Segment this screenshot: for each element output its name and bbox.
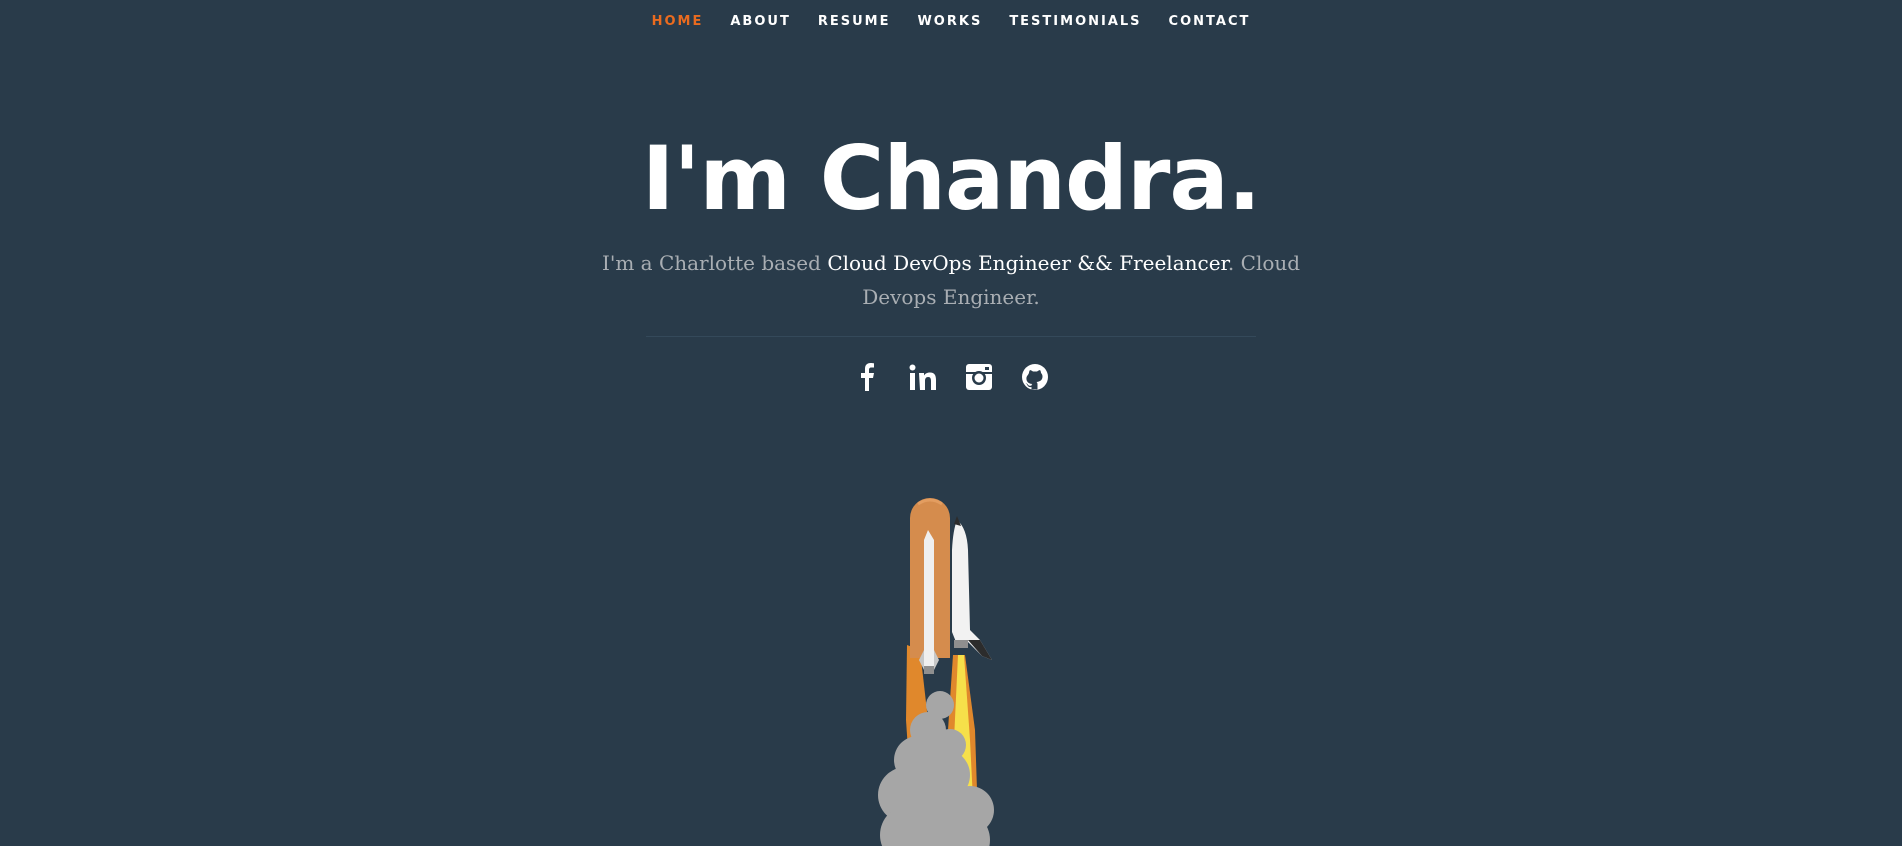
nav-about[interactable]: ABOUT [730, 14, 790, 29]
divider [646, 336, 1256, 337]
nav-contact[interactable]: CONTACT [1169, 14, 1251, 29]
nav-home[interactable]: HOME [652, 14, 704, 29]
linkedin-icon[interactable] [907, 361, 939, 393]
nav-works[interactable]: WORKS [917, 14, 982, 29]
nav-resume[interactable]: RESUME [818, 14, 891, 29]
facebook-icon[interactable] [851, 361, 883, 393]
intro-text: I'm a Charlotte based Cloud DevOps Engin… [591, 246, 1311, 314]
rocket-illustration [840, 490, 1040, 846]
instagram-icon[interactable] [963, 361, 995, 393]
hero-section: I'm Chandra. I'm a Charlotte based Cloud… [0, 120, 1902, 393]
page-title: I'm Chandra. [641, 127, 1261, 230]
intro-highlight: Cloud DevOps Engineer && Freelancer [827, 251, 1228, 275]
social-links [0, 361, 1902, 393]
intro-prefix: I'm a Charlotte based [601, 251, 828, 275]
github-icon[interactable] [1019, 361, 1051, 393]
nav-testimonials[interactable]: TESTIMONIALS [1009, 14, 1141, 29]
main-nav: HOME ABOUT RESUME WORKS TESTIMONIALS CON… [0, 0, 1902, 42]
